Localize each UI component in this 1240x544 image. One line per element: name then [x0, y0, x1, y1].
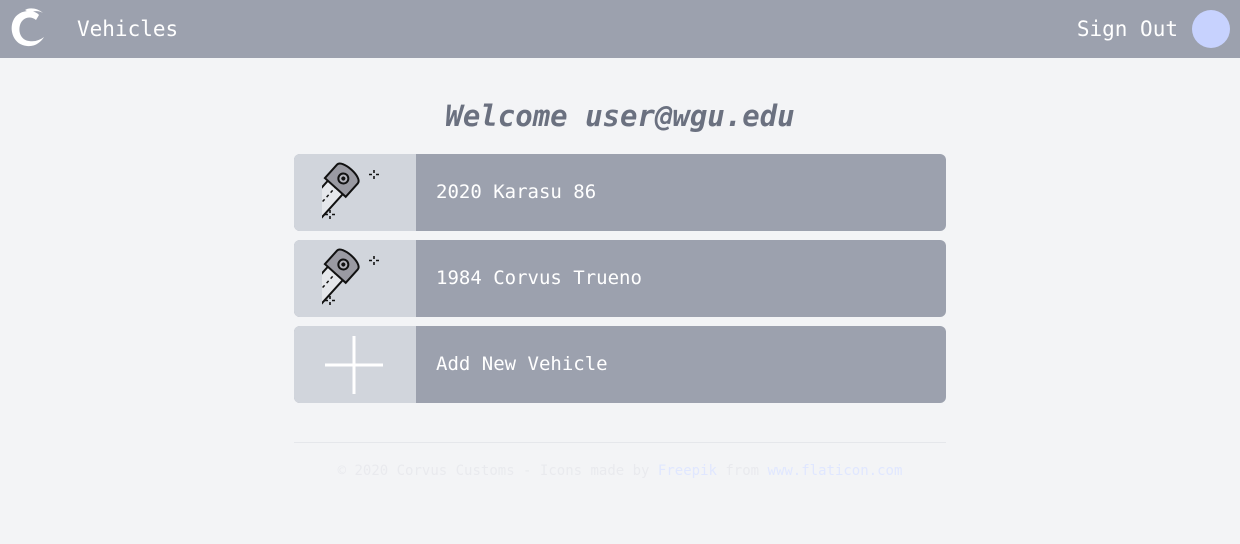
plus-icon — [325, 336, 383, 394]
welcome-heading: Welcome user@wgu.edu — [445, 99, 795, 133]
corvus-c-logo[interactable] — [8, 7, 48, 49]
vehicle-name: 1984 Corvus Trueno — [436, 267, 642, 289]
flaticon-link[interactable]: www.flaticon.com — [768, 463, 903, 479]
vehicle-thumbnail — [294, 240, 416, 317]
nav-vehicles-link[interactable]: Vehicles — [77, 16, 178, 42]
add-vehicle-button[interactable]: Add New Vehicle — [294, 326, 946, 403]
add-vehicle-thumbnail — [294, 326, 416, 403]
vehicle-thumbnail — [294, 154, 416, 231]
car-key-icon — [322, 162, 379, 220]
footer: © 2020 Corvus Customs - Icons made by Fr… — [0, 462, 1240, 480]
add-vehicle-label: Add New Vehicle — [436, 353, 608, 375]
footer-copyright: © 2020 Corvus Customs - Icons made by — [337, 463, 658, 479]
vehicle-card[interactable]: 2020 Karasu 86 — [294, 154, 946, 231]
freepik-link[interactable]: Freepik — [658, 463, 717, 479]
sign-out-button[interactable]: Sign Out — [1077, 16, 1178, 42]
vehicle-card[interactable]: 1984 Corvus Trueno — [294, 240, 946, 317]
footer-divider — [294, 442, 946, 443]
top-navbar: Vehicles Sign Out — [0, 0, 1240, 58]
car-key-icon — [322, 248, 379, 306]
avatar[interactable] — [1192, 10, 1230, 48]
vehicle-name: 2020 Karasu 86 — [436, 181, 597, 203]
footer-from: from — [716, 463, 768, 479]
